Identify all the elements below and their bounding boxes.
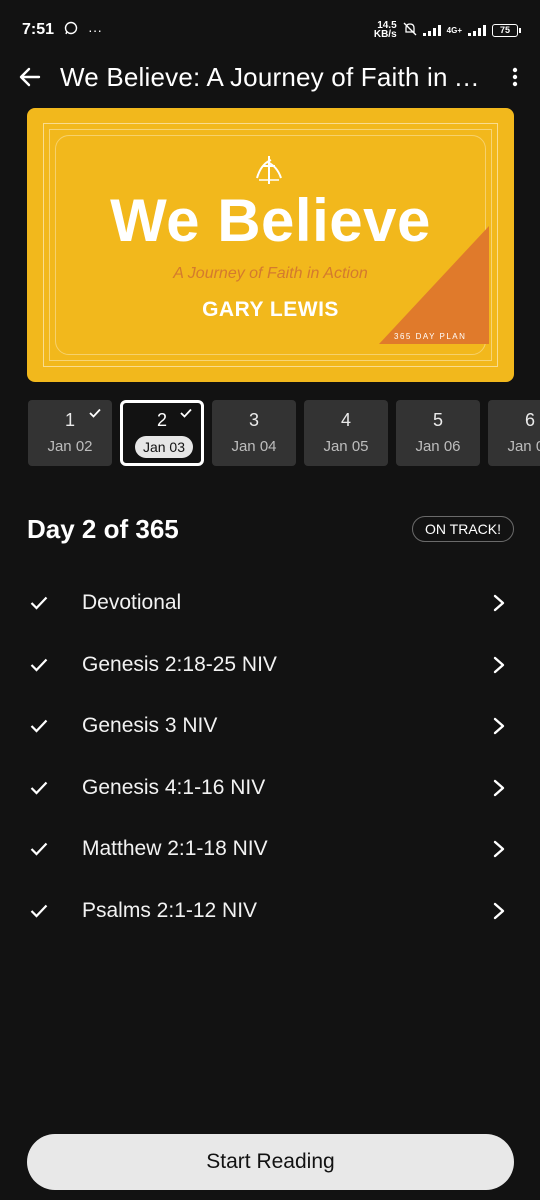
status-right: 14.5 KB/s 4G+ 75: [373, 21, 521, 40]
arrow-left-icon: [19, 67, 41, 87]
reading-label: Devotional: [82, 591, 182, 614]
network-speed: 14.5 KB/s: [373, 21, 397, 40]
mute-bell-icon: [403, 22, 417, 39]
network-speed-unit: KB/s: [373, 29, 397, 40]
check-icon: [30, 781, 48, 795]
chevron-right-icon: [493, 594, 505, 612]
battery-level: 75: [499, 24, 510, 35]
day-tile[interactable]: 4 Jan 05: [304, 400, 388, 466]
check-icon: [180, 408, 192, 418]
app-header: We Believe: A Journey of Faith in Action: [0, 58, 540, 96]
battery-icon: 75: [492, 23, 521, 37]
day-tile[interactable]: 1 Jan 02: [28, 400, 112, 466]
reading-item[interactable]: Genesis 3 NIV: [0, 695, 540, 757]
whatsapp-icon: [64, 21, 78, 39]
day-progress-label: Day 2 of 365: [27, 514, 179, 544]
reading-item[interactable]: Genesis 2:18-25 NIV: [0, 634, 540, 696]
day-tile-selected[interactable]: 2 Jan 03: [120, 400, 204, 466]
signal-icon: [422, 24, 441, 36]
page-title: We Believe: A Journey of Faith in Action: [60, 61, 485, 92]
overflow-menu-button[interactable]: [490, 58, 540, 96]
reading-item[interactable]: Devotional: [0, 572, 540, 634]
more-notifications-icon: ···: [88, 22, 103, 38]
clock: 7:51: [22, 21, 55, 38]
reading-label: Genesis 4:1-16 NIV: [82, 775, 266, 799]
chevron-right-icon: [493, 841, 505, 858]
day-number: 6: [524, 410, 535, 430]
check-icon: [30, 843, 48, 856]
reading-item[interactable]: Psalms 2:1-12 NIV: [0, 880, 540, 942]
check-icon: [89, 408, 101, 418]
reading-item[interactable]: Matthew 2:1-18 NIV: [0, 818, 540, 880]
day-tile[interactable]: 6 Jan 07: [488, 400, 540, 466]
reading-label: Matthew 2:1-18 NIV: [82, 837, 268, 861]
start-reading-button[interactable]: Start Reading: [27, 1134, 514, 1190]
signal-icon-2: [468, 24, 486, 36]
day-date: Jan 02: [47, 438, 93, 455]
day-date: Jan 03: [135, 436, 193, 458]
day-tile[interactable]: 5 Jan 06: [396, 400, 480, 466]
check-icon: [30, 658, 48, 672]
reading-label: Genesis 3 NIV: [82, 714, 218, 738]
day-date: Jan 05: [323, 438, 369, 455]
check-icon: [30, 719, 48, 733]
check-icon: [30, 596, 48, 610]
day-tile[interactable]: 3 Jan 04: [212, 400, 296, 466]
day-date: Jan 07: [507, 438, 540, 455]
status-badge: ON TRACK!: [412, 516, 514, 542]
status-bar: 7:51 ··· 14.5 KB/s 4G+ 75: [0, 0, 540, 60]
more-vertical-icon: [512, 67, 518, 87]
network-type: 4G+: [446, 25, 462, 35]
chevron-right-icon: [493, 779, 505, 796]
reading-label: Psalms 2:1-12 NIV: [82, 898, 258, 922]
reading-list: Devotional Genesis 2:18-25 NIV Genesis 3…: [0, 572, 540, 942]
back-button[interactable]: [0, 58, 60, 96]
day-date: Jan 04: [231, 438, 277, 455]
chevron-right-icon: [493, 902, 505, 920]
chevron-right-icon: [493, 656, 505, 673]
day-date: Jan 06: [415, 438, 461, 455]
check-icon: [30, 904, 48, 918]
church-logo-icon: [256, 156, 282, 184]
plan-banner-image: We Believe A Journey of Faith in Action …: [27, 108, 514, 382]
banner-author: GARY LEWIS: [202, 298, 339, 321]
reading-item[interactable]: Genesis 4:1-16 NIV: [0, 757, 540, 819]
day-number: 4: [340, 410, 351, 430]
chevron-right-icon: [493, 717, 505, 735]
day-number: 5: [432, 410, 443, 430]
day-number: 3: [248, 410, 259, 430]
reading-label: Genesis 2:18-25 NIV: [82, 652, 277, 676]
day-selector: 1 Jan 02 2 Jan 03 3 Jan 04 4 Jan 05 5 Ja…: [28, 400, 540, 466]
status-left: 7:51 ···: [22, 21, 102, 39]
banner-plan-length: 365 DAY PLAN: [394, 332, 467, 341]
banner-subtitle: A Journey of Faith in Action: [173, 265, 368, 282]
banner-title: We Believe: [110, 187, 431, 254]
progress-row: Day 2 of 365 ON TRACK!: [27, 512, 514, 546]
